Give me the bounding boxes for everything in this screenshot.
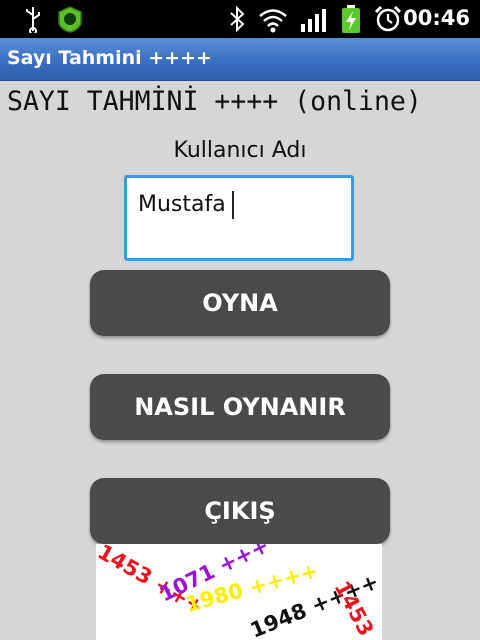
username-label: Kullanıcı Adı xyxy=(173,138,307,163)
text-caret xyxy=(232,191,234,219)
app-title: Sayı Tahmini ++++ xyxy=(7,47,212,69)
exit-button[interactable]: ÇIKIŞ xyxy=(90,478,390,544)
how-to-play-button[interactable]: NASIL OYNANIR xyxy=(90,374,390,440)
status-time: 00:46 xyxy=(403,6,470,30)
username-input[interactable]: Mustafa xyxy=(124,175,354,261)
wifi-icon xyxy=(259,9,287,33)
username-value: Mustafa xyxy=(138,192,226,217)
graffiti-image: 1453 +++ 1071 +++ 1980 ++++ 1948 ++++ 14… xyxy=(96,544,382,640)
title-bar: Sayı Tahmini ++++ xyxy=(0,38,480,81)
alarm-icon xyxy=(374,5,402,32)
signal-icon xyxy=(301,9,326,32)
graffiti-svg: 1453 +++ 1071 +++ 1980 ++++ 1948 ++++ 14… xyxy=(96,544,382,640)
bluetooth-icon xyxy=(230,5,245,33)
battery-charging-icon xyxy=(342,5,360,33)
play-button[interactable]: OYNA xyxy=(90,270,390,336)
status-bar: 00:46 xyxy=(0,0,480,38)
headline: SAYI TAHMİNİ ++++ (online) xyxy=(7,86,422,117)
app-notification-icon xyxy=(58,6,82,33)
usb-icon xyxy=(26,7,40,33)
